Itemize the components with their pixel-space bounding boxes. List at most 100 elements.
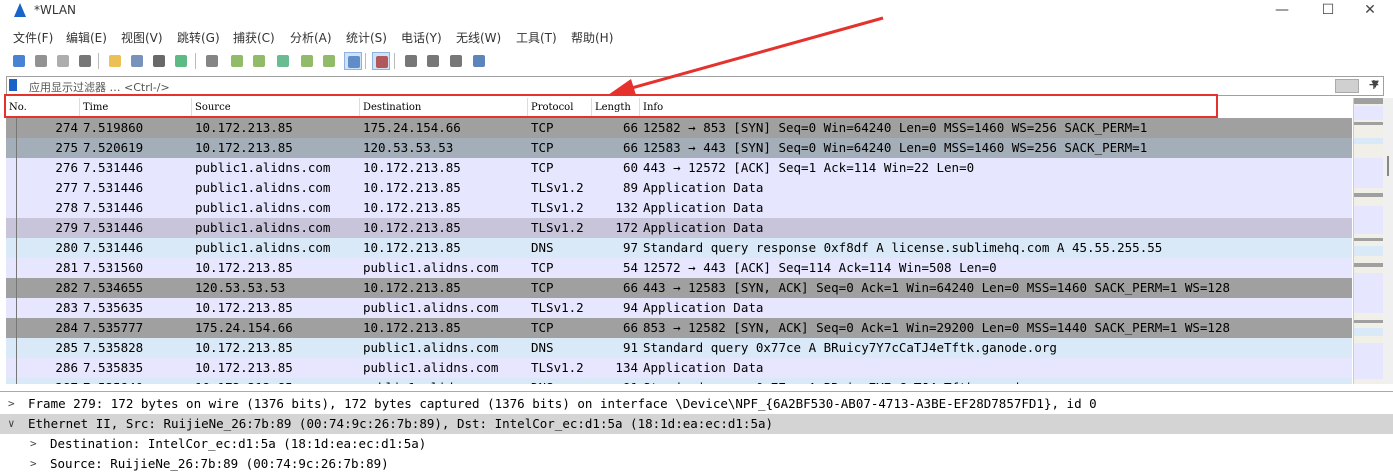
packet-row[interactable]: 287 7.535840 10.172.213.85 public1.alidns.c… [6,378,1352,384]
packet-row[interactable]: 283 7.535635 10.172.213.85 public1.alidns.c… [6,298,1352,318]
packet-row[interactable]: 286 7.535835 10.172.213.85 public1.alidns.c… [6,358,1352,378]
menu-item-2[interactable]: 视图(V) [121,29,163,46]
go-last-icon[interactable] [320,52,338,70]
packet-len-cell: 66 [622,280,638,295]
scrollbar-thumb[interactable] [1387,156,1389,176]
vertical-scrollbar[interactable] [1383,98,1393,384]
close-file-icon[interactable] [150,52,168,70]
packet-row[interactable]: 276 7.531446 public1.alidns.com 10.172.213.… [6,158,1352,178]
display-filter-bar[interactable]: 应用显示过滤器 … <Ctrl-/> ▼ [6,76,1384,96]
auto-scroll-icon[interactable] [344,52,362,70]
menu-item-4[interactable]: 捕获(C) [233,29,275,46]
packet-src-cell: 175.24.154.66 [195,320,293,335]
detail-text: Source: RuijieNe_26:7b:89 (00:74:9c:26:7… [50,456,389,471]
packet-dst-cell: public1.alidns.com [363,300,499,315]
packet-time-cell: 7.531446 [83,180,144,195]
zoom-in-icon[interactable] [402,52,420,70]
open-file-icon[interactable] [106,52,124,70]
packet-row[interactable]: 274 7.519860 10.172.213.85 175.24.154.66 TCP… [6,118,1352,138]
packet-proto-cell: TCP [531,260,554,275]
packet-row[interactable]: 280 7.531446 public1.alidns.com 10.172.213.… [6,238,1352,258]
minimap-stripe [1354,193,1384,197]
go-forward-icon[interactable] [250,52,268,70]
menu-item-9[interactable]: 工具(T) [516,29,557,46]
packet-row[interactable]: 279 7.531446 public1.alidns.com 10.172.213.… [6,218,1352,238]
go-to-packet-icon[interactable] [274,52,292,70]
detail-tree-item[interactable]: > Destination: IntelCor_ec:d1:5a (18:1d:e… [0,434,1393,454]
packet-proto-cell: DNS [531,240,554,255]
packet-info-cell: Application Data [643,360,764,375]
packet-src-cell: public1.alidns.com [195,180,331,195]
packet-info-cell: Standard query 0x77ce A BRuicy7Y7cCaTJ4e… [643,340,1057,355]
expand-arrow-icon[interactable]: > [8,394,15,414]
apply-filter-icon[interactable] [1335,79,1359,93]
menu-item-6[interactable]: 统计(S) [346,29,387,46]
capture-options-icon[interactable] [76,52,94,70]
packet-time-cell: 7.531446 [83,240,144,255]
packet-len-cell: 172 [615,220,638,235]
packet-details-pane[interactable]: > Frame 279: 172 bytes on wire (1376 bits… [0,391,1393,471]
menu-item-1[interactable]: 编辑(E) [66,29,107,46]
packet-no-cell: 274 [55,120,78,135]
menu-item-7[interactable]: 电话(Y) [401,29,442,46]
resize-columns-icon[interactable] [470,52,488,70]
zoom-out-icon[interactable] [424,52,442,70]
detail-tree-item[interactable]: > Source: RuijieNe_26:7b:89 (00:74:9c:26:… [0,454,1393,474]
packet-proto-cell: TLSv1.2 [531,200,584,215]
packet-row[interactable]: 285 7.535828 10.172.213.85 public1.alidns.c… [6,338,1352,358]
packet-minimap[interactable] [1353,98,1384,384]
menu-item-3[interactable]: 跳转(G) [177,29,220,46]
packet-proto-cell: DNS [531,378,554,384]
packet-info-cell: Application Data [643,300,764,315]
packet-time-cell: 7.520619 [83,140,144,155]
menu-item-5[interactable]: 分析(A) [290,29,332,46]
packet-no-cell: 283 [55,300,78,315]
packet-row[interactable]: 284 7.535777 175.24.154.66 10.172.213.85 TCP… [6,318,1352,338]
minimap-stripe [1354,138,1384,144]
add-filter-button[interactable]: + [1368,77,1380,93]
packet-row[interactable]: 275 7.520619 10.172.213.85 120.53.53.53 TCP 6… [6,138,1352,158]
collapse-arrow-icon[interactable]: ∨ [8,414,15,434]
display-filter-input[interactable]: 应用显示过滤器 … <Ctrl-/> [29,79,170,95]
packet-len-cell: 94 [622,300,638,315]
packet-len-cell: 134 [615,360,638,375]
packet-src-cell: public1.alidns.com [195,240,331,255]
detail-tree-item[interactable]: > Frame 279: 172 bytes on wire (1376 bits… [0,394,1393,414]
close-button[interactable]: ✕ [1347,0,1393,22]
menu-item-8[interactable]: 无线(W) [456,29,501,46]
packet-row[interactable]: 282 7.534655 120.53.53.53 10.172.213.85 TCP 6… [6,278,1352,298]
shark-fin-start-icon[interactable] [10,52,28,70]
window-title: *WLAN [34,3,77,17]
find-packet-icon[interactable] [203,52,221,70]
packet-row[interactable]: 281 7.531560 10.172.213.85 public1.alidns.c… [6,258,1352,278]
packet-list[interactable]: 274 7.519860 10.172.213.85 175.24.154.66 TCP… [6,118,1352,384]
expand-arrow-icon[interactable]: > [30,434,37,454]
stop-capture-icon[interactable] [32,52,50,70]
minimize-button[interactable]: — [1259,0,1305,22]
reload-file-icon[interactable] [172,52,190,70]
packet-row[interactable]: 277 7.531446 public1.alidns.com 10.172.213.… [6,178,1352,198]
packet-no-cell: 281 [55,260,78,275]
menu-item-0[interactable]: 文件(F) [13,29,53,46]
packet-time-cell: 7.519860 [83,120,144,135]
packet-dst-cell: 10.172.213.85 [363,240,461,255]
zoom-normal-icon[interactable] [447,52,465,70]
detail-tree-item[interactable]: ∨ Ethernet II, Src: RuijieNe_26:7b:89 (00… [0,414,1393,434]
menu-item-10[interactable]: 帮助(H) [571,29,613,46]
packet-no-cell: 275 [55,140,78,155]
packet-proto-cell: TLSv1.2 [531,220,584,235]
go-back-icon[interactable] [228,52,246,70]
filter-bookmark-icon[interactable] [9,79,17,91]
go-first-icon[interactable] [298,52,316,70]
save-file-icon[interactable] [128,52,146,70]
colorize-icon[interactable] [372,52,390,70]
packet-src-cell: 10.172.213.85 [195,360,293,375]
packet-dst-cell: 10.172.213.85 [363,280,461,295]
packet-proto-cell: TLSv1.2 [531,180,584,195]
restart-capture-icon[interactable] [54,52,72,70]
title-bar: *WLAN — ☐ ✕ [0,0,1393,22]
maximize-button[interactable]: ☐ [1305,0,1351,22]
packet-row[interactable]: 278 7.531446 public1.alidns.com 10.172.213.… [6,198,1352,218]
packet-dst-cell: 10.172.213.85 [363,320,461,335]
expand-arrow-icon[interactable]: > [30,454,37,474]
